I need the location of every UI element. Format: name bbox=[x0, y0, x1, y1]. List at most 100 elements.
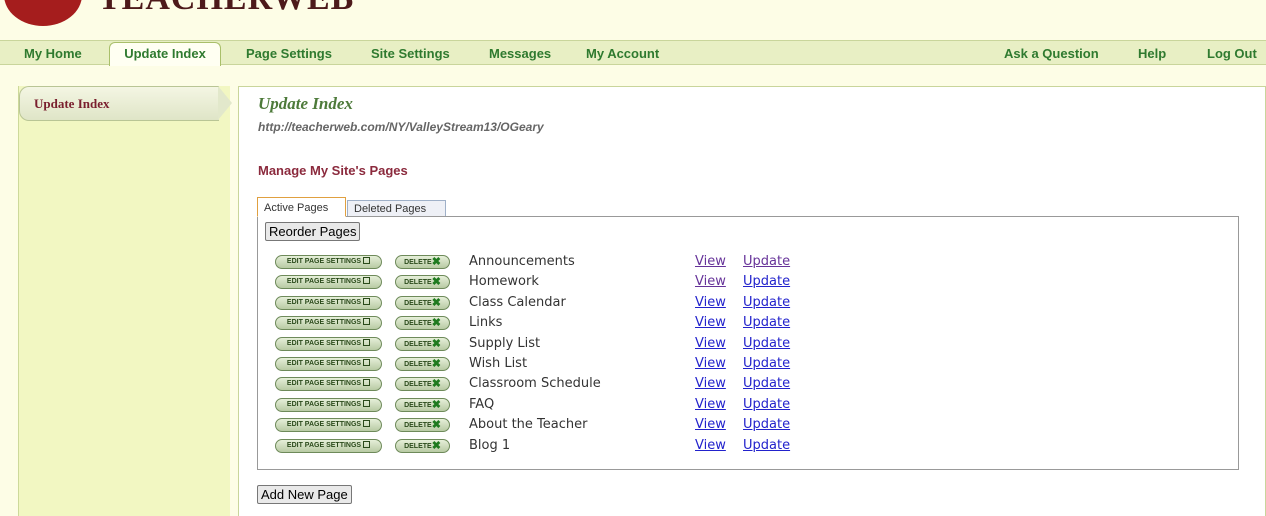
update-link[interactable]: Update bbox=[743, 376, 790, 391]
delete-page-button[interactable]: DELETE✖ bbox=[395, 377, 450, 392]
delete-label: DELETE bbox=[404, 320, 432, 328]
nav-log-out[interactable]: Log Out bbox=[1207, 46, 1257, 61]
view-link[interactable]: View bbox=[695, 397, 726, 412]
add-new-page-button[interactable]: Add New Page bbox=[257, 485, 352, 504]
delete-page-button[interactable]: DELETE✖ bbox=[395, 295, 450, 310]
update-link[interactable]: Update bbox=[743, 417, 790, 432]
delete-page-button[interactable]: DELETE✖ bbox=[395, 336, 450, 351]
table-row: EDIT PAGE SETTINGS DELETE✖ Blog 1 View Updat… bbox=[258, 438, 1238, 456]
edit-page-settings-label: EDIT PAGE SETTINGS bbox=[286, 421, 362, 429]
edit-page-settings-button[interactable]: EDIT PAGE SETTINGS bbox=[275, 357, 382, 371]
edit-page-settings-button[interactable]: EDIT PAGE SETTINGS bbox=[275, 255, 382, 269]
view-link[interactable]: View bbox=[695, 254, 726, 269]
close-icon: ✖ bbox=[431, 337, 441, 350]
delete-page-button[interactable]: DELETE✖ bbox=[395, 438, 450, 453]
delete-page-button[interactable]: DELETE✖ bbox=[395, 397, 450, 412]
table-row: EDIT PAGE SETTINGS DELETE✖ About the Teach… bbox=[258, 417, 1238, 435]
edit-page-settings-button[interactable]: EDIT PAGE SETTINGS bbox=[275, 275, 382, 290]
edit-icon bbox=[363, 399, 371, 407]
edit-page-settings-label: EDIT PAGE SETTINGS bbox=[286, 319, 362, 327]
delete-page-button[interactable]: DELETE✖ bbox=[395, 418, 450, 433]
edit-page-settings-button[interactable]: EDIT PAGE SETTINGS bbox=[275, 418, 382, 433]
edit-page-settings-label: EDIT PAGE SETTINGS bbox=[286, 400, 362, 408]
nav-my-home[interactable]: My Home bbox=[24, 46, 82, 61]
reorder-pages-button[interactable]: Reorder Pages bbox=[265, 222, 361, 241]
update-link[interactable]: Update bbox=[743, 438, 790, 453]
view-link[interactable]: View bbox=[695, 336, 726, 351]
view-link[interactable]: View bbox=[695, 356, 726, 371]
delete-page-button[interactable]: DELETE✖ bbox=[395, 255, 450, 269]
nav-update-index[interactable]: Update Index bbox=[109, 42, 221, 66]
main-content: Update Index http://teacherweb.com/NY/Va… bbox=[238, 86, 1266, 516]
update-link[interactable]: Update bbox=[743, 356, 790, 371]
close-icon: ✖ bbox=[431, 419, 441, 432]
nav-messages[interactable]: Messages bbox=[489, 46, 551, 61]
site-header: TEACHERWEB bbox=[0, 0, 1266, 40]
tab-deleted-pages[interactable]: Deleted Pages bbox=[347, 200, 446, 217]
site-logo[interactable]: TEACHERWEB bbox=[98, 0, 354, 18]
update-link[interactable]: Update bbox=[743, 315, 790, 330]
view-link[interactable]: View bbox=[695, 438, 726, 453]
edit-icon bbox=[363, 257, 371, 264]
sidebar-item-update-index[interactable]: Update Index bbox=[19, 86, 219, 121]
update-link[interactable]: Update bbox=[743, 397, 790, 412]
close-icon: ✖ bbox=[431, 439, 441, 452]
nav-page-settings[interactable]: Page Settings bbox=[246, 46, 332, 61]
edit-page-settings-label: EDIT PAGE SETTINGS bbox=[286, 380, 362, 388]
delete-page-button[interactable]: DELETE✖ bbox=[395, 357, 450, 371]
edit-page-settings-button[interactable]: EDIT PAGE SETTINGS bbox=[275, 438, 382, 453]
delete-page-button[interactable]: DELETE✖ bbox=[395, 316, 450, 331]
close-icon: ✖ bbox=[431, 276, 441, 289]
view-link[interactable]: View bbox=[695, 295, 726, 310]
view-link[interactable]: View bbox=[695, 417, 726, 432]
view-link[interactable]: View bbox=[695, 376, 726, 391]
nav-my-account[interactable]: My Account bbox=[586, 46, 659, 61]
table-row: EDIT PAGE SETTINGS DELETE✖ Classroom Sched… bbox=[258, 376, 1238, 394]
edit-page-settings-button[interactable]: EDIT PAGE SETTINGS bbox=[275, 295, 382, 310]
delete-label: DELETE bbox=[404, 299, 432, 307]
view-link[interactable]: View bbox=[695, 274, 726, 289]
nav-ask-question[interactable]: Ask a Question bbox=[1004, 46, 1099, 61]
edit-icon bbox=[363, 420, 371, 428]
edit-page-settings-label: EDIT PAGE SETTINGS bbox=[286, 278, 362, 286]
edit-icon bbox=[363, 318, 371, 326]
tab-active-pages[interactable]: Active Pages bbox=[257, 197, 346, 217]
page-name: FAQ bbox=[469, 396, 495, 412]
nav-help[interactable]: Help bbox=[1138, 46, 1166, 61]
close-icon: ✖ bbox=[431, 398, 441, 411]
delete-label: DELETE bbox=[404, 401, 432, 409]
table-row: EDIT PAGE SETTINGS DELETE✖ Homework View Upd… bbox=[258, 274, 1238, 292]
page-name: Classroom Schedule bbox=[469, 376, 601, 392]
page-title: Update Index bbox=[258, 94, 353, 113]
update-link[interactable]: Update bbox=[743, 336, 790, 351]
edit-icon bbox=[363, 359, 371, 366]
edit-page-settings-button[interactable]: EDIT PAGE SETTINGS bbox=[275, 336, 382, 351]
table-row: EDIT PAGE SETTINGS DELETE✖ Supply List View… bbox=[258, 336, 1238, 354]
edit-page-settings-label: EDIT PAGE SETTINGS bbox=[286, 298, 362, 306]
page-name: Wish List bbox=[469, 356, 528, 371]
table-row: EDIT PAGE SETTINGS DELETE✖ Class Calendar V… bbox=[258, 295, 1238, 313]
edit-icon bbox=[363, 440, 371, 448]
table-row: EDIT PAGE SETTINGS DELETE✖ Announcements Vi… bbox=[258, 254, 1238, 272]
delete-label: DELETE bbox=[404, 259, 432, 266]
nav-site-settings[interactable]: Site Settings bbox=[371, 46, 450, 61]
update-link[interactable]: Update bbox=[743, 274, 790, 289]
update-link[interactable]: Update bbox=[743, 254, 790, 269]
delete-label: DELETE bbox=[404, 442, 432, 450]
table-row: EDIT PAGE SETTINGS DELETE✖ Links View Update bbox=[258, 315, 1238, 333]
delete-label: DELETE bbox=[404, 361, 432, 368]
sidebar-arrow-icon bbox=[218, 86, 232, 120]
delete-page-button[interactable]: DELETE✖ bbox=[395, 275, 450, 290]
top-nav: My Home Update Index Page Settings Site … bbox=[0, 40, 1266, 66]
page-name: Announcements bbox=[469, 254, 575, 269]
delete-label: DELETE bbox=[404, 422, 432, 430]
edit-page-settings-button[interactable]: EDIT PAGE SETTINGS bbox=[275, 316, 382, 331]
page-name: Links bbox=[469, 315, 503, 331]
view-link[interactable]: View bbox=[695, 315, 726, 330]
edit-page-settings-button[interactable]: EDIT PAGE SETTINGS bbox=[275, 397, 382, 412]
edit-page-settings-button[interactable]: EDIT PAGE SETTINGS bbox=[275, 377, 382, 392]
page-name: Blog 1 bbox=[469, 437, 511, 453]
update-link[interactable]: Update bbox=[743, 295, 790, 310]
edit-icon bbox=[363, 277, 371, 285]
site-url: http://teacherweb.com/NY/ValleyStream13/… bbox=[258, 120, 544, 134]
